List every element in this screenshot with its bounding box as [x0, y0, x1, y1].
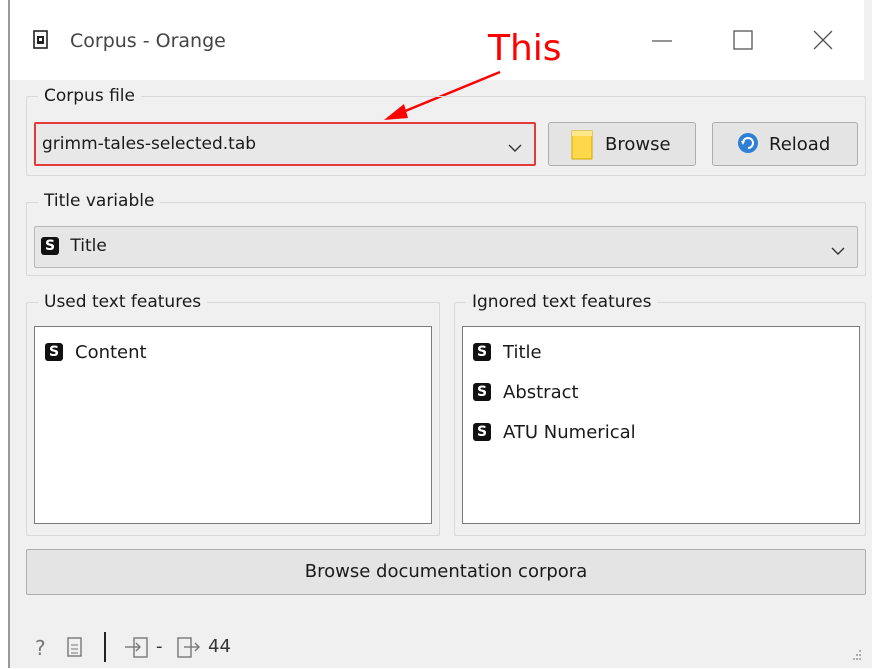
corpus-file-label: Corpus file	[38, 86, 141, 106]
document-icon	[32, 30, 50, 50]
minimize-icon	[652, 40, 672, 42]
reload-label: Reload	[769, 134, 831, 155]
reload-button[interactable]: Reload	[712, 122, 858, 166]
output-icon	[176, 636, 202, 665]
list-item-label: Abstract	[503, 381, 579, 403]
corpus-file-value: grimm-tales-selected.tab	[42, 134, 257, 154]
input-value: -	[156, 636, 163, 657]
title-variable-display: S Title	[41, 236, 107, 256]
corpus-file-select[interactable]: grimm-tales-selected.tab	[34, 122, 536, 166]
title-variable-label: Title variable	[38, 191, 161, 211]
svg-text:?: ?	[35, 636, 46, 660]
maximize-button[interactable]	[720, 24, 764, 58]
title-variable-value: Title	[70, 236, 107, 256]
list-item-label: Title	[503, 341, 542, 363]
browse-label: Browse	[605, 134, 671, 155]
maximize-icon	[733, 30, 753, 50]
list-item-label: Content	[75, 341, 147, 363]
string-variable-icon: S	[473, 383, 491, 401]
close-icon	[813, 30, 833, 50]
output-value: 44	[208, 636, 231, 657]
input-icon	[124, 636, 150, 665]
list-item[interactable]: S Content	[45, 341, 147, 369]
minimize-button[interactable]	[640, 24, 684, 58]
chevron-down-icon	[831, 241, 845, 261]
list-item[interactable]: S Title	[473, 341, 542, 369]
window-title: Corpus - Orange	[70, 30, 226, 52]
report-icon[interactable]	[66, 636, 84, 665]
resize-grip-icon[interactable]	[852, 644, 862, 665]
ignored-features-list[interactable]: S Title S Abstract S ATU Numerical	[462, 326, 860, 524]
browse-documentation-button[interactable]: Browse documentation corpora	[26, 549, 866, 595]
list-item[interactable]: S ATU Numerical	[473, 421, 636, 449]
browse-button[interactable]: Browse	[548, 122, 696, 166]
string-variable-icon: S	[45, 343, 63, 361]
help-icon[interactable]: ?	[34, 636, 50, 665]
string-variable-icon: S	[473, 423, 491, 441]
status-divider	[102, 630, 108, 669]
browse-documentation-label: Browse documentation corpora	[304, 561, 588, 582]
ignored-features-label: Ignored text features	[466, 292, 658, 312]
used-features-label: Used text features	[38, 292, 208, 312]
annotation-label: This	[488, 28, 562, 69]
title-variable-select[interactable]: S Title	[34, 226, 858, 268]
folder-icon	[571, 130, 593, 165]
string-variable-icon: S	[473, 343, 491, 361]
close-button[interactable]	[800, 24, 844, 58]
status-bar: ? - 44	[26, 630, 864, 664]
title-bar: Corpus - Orange	[10, 0, 864, 80]
list-item[interactable]: S Abstract	[473, 381, 579, 409]
reload-icon	[737, 132, 759, 159]
string-variable-icon: S	[41, 237, 59, 255]
used-features-list[interactable]: S Content	[34, 326, 432, 524]
list-item-label: ATU Numerical	[503, 421, 636, 443]
chevron-down-icon	[508, 138, 522, 158]
